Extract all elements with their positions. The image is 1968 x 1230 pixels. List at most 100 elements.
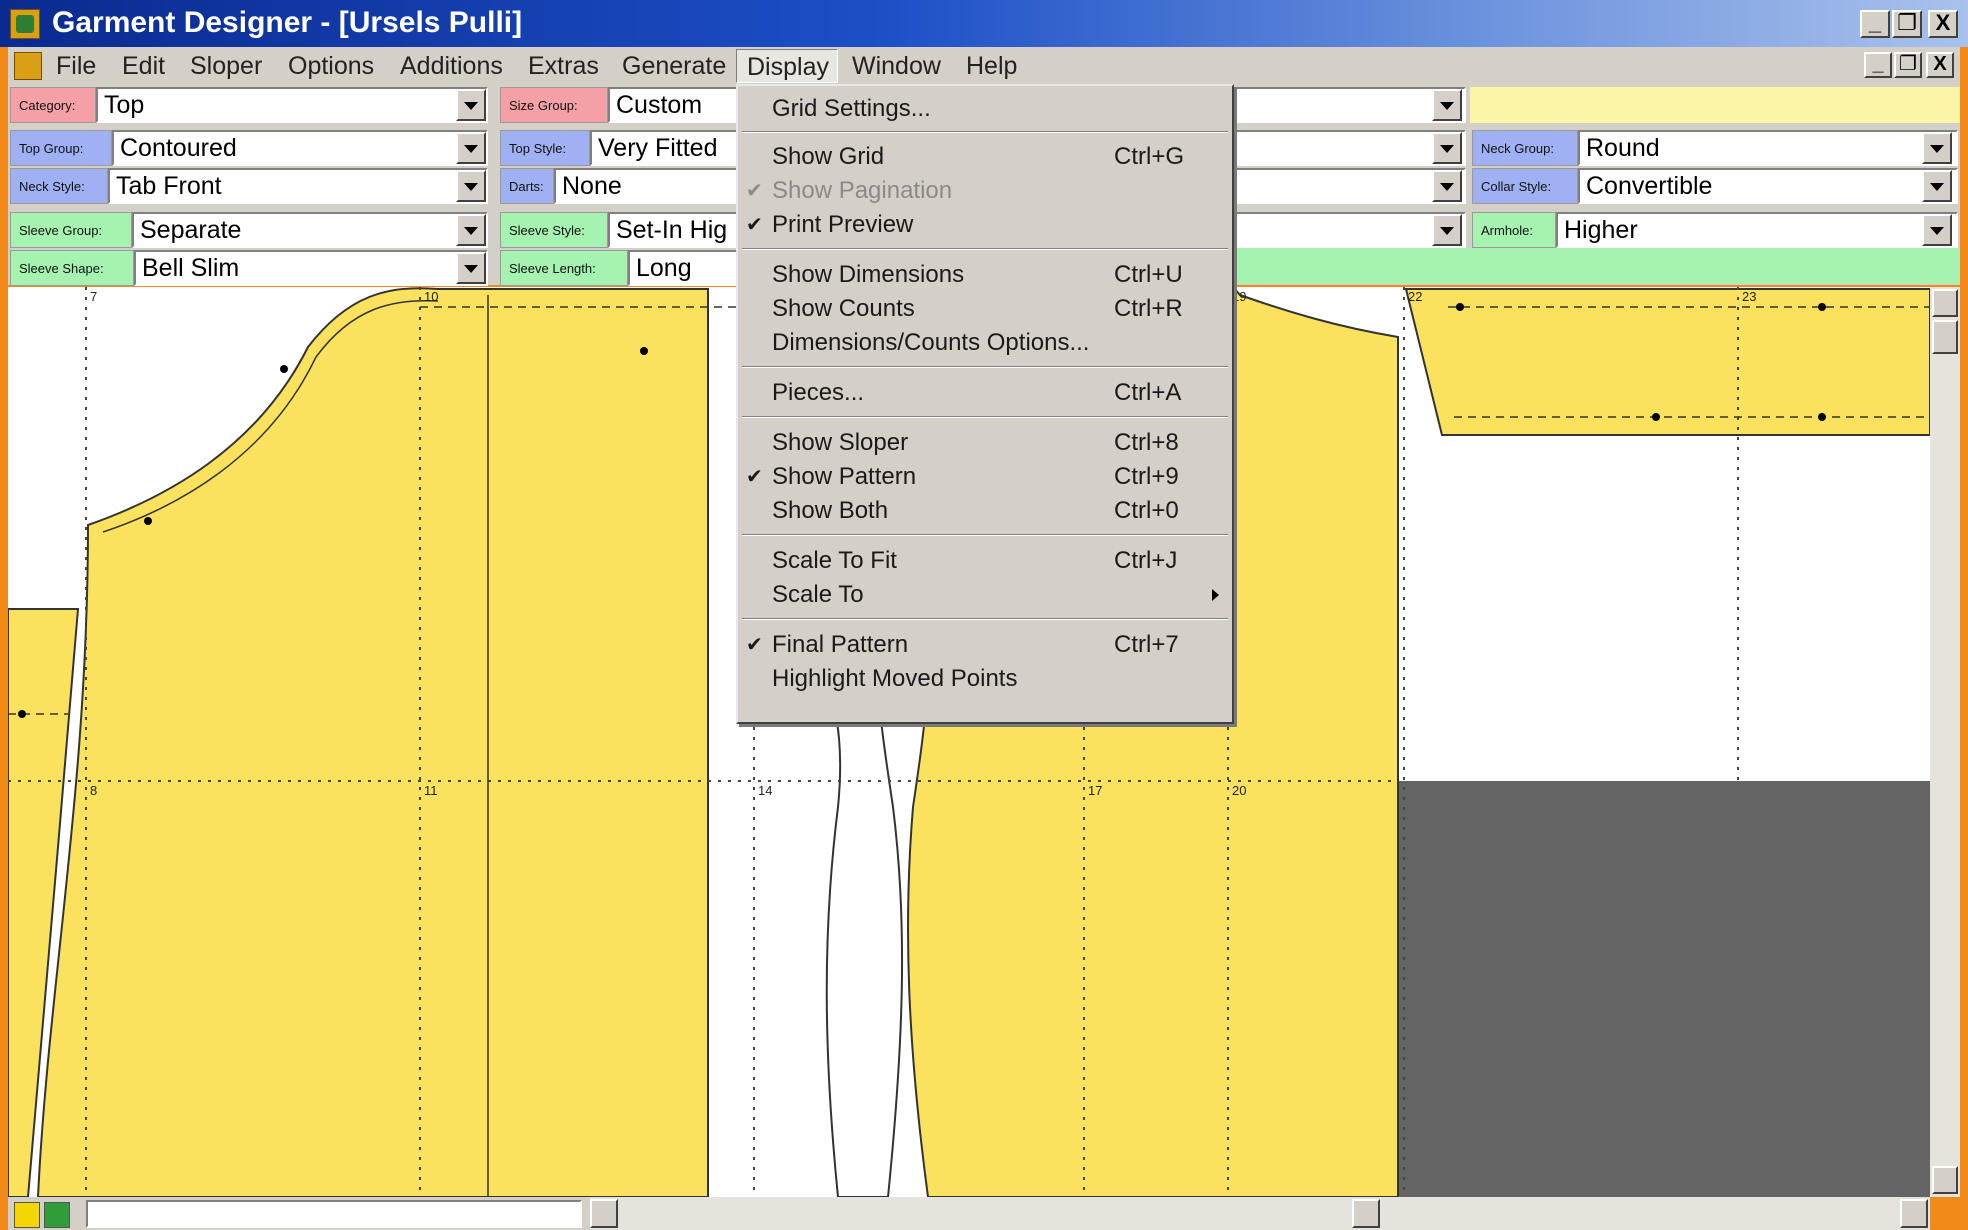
vertical-scrollbar[interactable] — [1930, 287, 1960, 1197]
page-number: 7 — [90, 289, 97, 304]
sleeve-length-combo[interactable]: Long — [628, 250, 738, 286]
scroll-left-button[interactable] — [590, 1199, 618, 1228]
menu-separator — [742, 131, 1228, 133]
restore-button[interactable]: ❐ — [1892, 10, 1922, 38]
neck-group-label: Neck Group: — [1472, 130, 1578, 166]
menu-help[interactable]: Help — [956, 49, 1027, 83]
top-group-combo[interactable]: Contoured — [112, 130, 488, 166]
menu-item-print-preview[interactable]: ✔ Print Preview — [738, 208, 1232, 242]
neck-group-dropdown-icon[interactable] — [1922, 132, 1952, 164]
check-icon: ✔ — [746, 466, 763, 488]
size-group-dropdown-icon[interactable] — [1432, 89, 1462, 121]
menu-item-dimensions-counts-options[interactable]: Dimensions/Counts Options... — [738, 326, 1232, 360]
size-group-label: Size Group: — [500, 87, 608, 123]
menu-item-show-grid[interactable]: Show Grid Ctrl+G — [738, 140, 1232, 174]
horizontal-scroll-thumb[interactable] — [1352, 1199, 1380, 1228]
scroll-up-button[interactable] — [1932, 289, 1958, 317]
document-icon[interactable] — [14, 52, 42, 80]
green-strip — [1232, 248, 1960, 284]
vertical-scroll-thumb[interactable] — [1932, 320, 1958, 354]
sleeve-shape-dropdown-icon[interactable] — [456, 252, 486, 284]
menu-window[interactable]: Window — [842, 49, 951, 83]
menu-extras[interactable]: Extras — [518, 49, 609, 83]
close-button[interactable]: X — [1928, 10, 1958, 38]
menu-item-show-sloper[interactable]: Show Sloper Ctrl+8 — [738, 426, 1232, 460]
mdi-minimize-button[interactable]: _ — [1864, 52, 1892, 78]
menu-item-grid-settings[interactable]: Grid Settings... — [738, 92, 1232, 126]
menu-item-final-pattern[interactable]: ✔ Final Pattern Ctrl+7 — [738, 628, 1232, 662]
menu-item-show-counts[interactable]: Show Counts Ctrl+R — [738, 292, 1232, 326]
menu-item-show-pagination: ✔ Show Pagination — [738, 174, 1232, 208]
sleeve-style-dropdown-icon[interactable] — [1432, 214, 1462, 246]
menu-item-scale-to[interactable]: Scale To — [738, 578, 1232, 612]
menu-separator — [742, 366, 1228, 368]
menu-edit[interactable]: Edit — [112, 49, 175, 83]
status-input[interactable] — [86, 1200, 582, 1228]
armhole-label: Armhole: — [1472, 212, 1556, 248]
sleeve-style-label: Sleeve Style: — [500, 212, 608, 248]
category-combo[interactable]: Top — [96, 87, 488, 123]
display-menu-dropdown: Grid Settings... Show Grid Ctrl+G ✔ Show P… — [736, 84, 1234, 724]
page-number: 10 — [424, 289, 438, 304]
submenu-arrow-icon — [1212, 589, 1219, 601]
menu-item-show-both[interactable]: Show Both Ctrl+0 — [738, 494, 1232, 528]
yellow-strip — [1470, 87, 1960, 123]
sleeve-shape-combo[interactable]: Bell Slim — [134, 250, 488, 286]
menu-file[interactable]: File — [46, 49, 106, 83]
page-number: 19 — [1232, 289, 1246, 304]
sleeve-style-combo[interactable]: Set-In Hig — [608, 212, 738, 248]
page-number: 22 — [1408, 289, 1422, 304]
sleeve-shape-label: Sleeve Shape: — [10, 250, 134, 286]
menu-separator — [742, 534, 1228, 536]
top-group-dropdown-icon[interactable] — [456, 132, 486, 164]
menu-separator — [742, 248, 1228, 250]
offpage-area — [1398, 781, 1930, 1197]
page-number: 14 — [758, 783, 772, 798]
minimize-button[interactable]: _ — [1860, 10, 1890, 38]
sleeve-piece — [36, 287, 709, 1197]
menu-sloper[interactable]: Sloper — [180, 49, 272, 83]
check-icon: ✔ — [746, 214, 763, 236]
scroll-right-button[interactable] — [1900, 1199, 1928, 1228]
add-icon[interactable] — [44, 1202, 70, 1228]
page-number: 23 — [1742, 289, 1756, 304]
neck-style-combo[interactable]: Tab Front — [108, 168, 488, 204]
neck-style-dropdown-icon[interactable] — [456, 170, 486, 202]
warning-icon[interactable] — [14, 1202, 40, 1228]
menu-separator — [742, 618, 1228, 620]
mdi-restore-button[interactable]: ❐ — [1894, 52, 1922, 78]
menu-item-show-pattern[interactable]: ✔ Show Pattern Ctrl+9 — [738, 460, 1232, 494]
horizontal-scrollbar[interactable] — [590, 1197, 1930, 1230]
darts-dropdown-icon[interactable] — [1432, 170, 1462, 202]
sleeve-group-combo[interactable]: Separate — [132, 212, 488, 248]
upper-right-piece — [1404, 288, 1930, 436]
collar-style-combo[interactable]: Convertible — [1578, 168, 1958, 204]
menu-additions[interactable]: Additions — [390, 49, 513, 83]
menu-display[interactable]: Display — [736, 49, 838, 83]
menu-item-show-dimensions[interactable]: Show Dimensions Ctrl+U — [738, 258, 1232, 292]
sleeve-length-label: Sleeve Length: — [500, 250, 628, 286]
darts-label: Darts: — [500, 168, 554, 204]
top-style-combo[interactable]: Very Fitted — [590, 130, 738, 166]
menu-item-highlight-moved-points[interactable]: Highlight Moved Points — [738, 662, 1232, 696]
category-label: Category: — [10, 87, 96, 123]
size-group-combo[interactable]: Custom — [608, 87, 738, 123]
armhole-dropdown-icon[interactable] — [1922, 214, 1952, 246]
neck-group-combo[interactable]: Round — [1578, 130, 1958, 166]
mdi-close-button[interactable]: X — [1926, 52, 1954, 78]
scroll-down-button[interactable] — [1932, 1166, 1958, 1194]
armhole-combo[interactable]: Higher — [1556, 212, 1958, 248]
category-dropdown-icon[interactable] — [456, 89, 486, 121]
window-title: Garment Designer - [Ursels Pulli] — [52, 6, 523, 39]
app-icon[interactable] — [10, 9, 40, 39]
sleeve-group-dropdown-icon[interactable] — [456, 214, 486, 246]
page-number: 11 — [424, 783, 438, 798]
darts-combo[interactable]: None — [554, 168, 738, 204]
top-style-dropdown-icon[interactable] — [1432, 132, 1462, 164]
neck-style-label: Neck Style: — [10, 168, 108, 204]
menu-item-pieces[interactable]: Pieces... Ctrl+A — [738, 376, 1232, 410]
menu-generate[interactable]: Generate — [612, 49, 736, 83]
collar-style-dropdown-icon[interactable] — [1922, 170, 1952, 202]
menu-item-scale-to-fit[interactable]: Scale To Fit Ctrl+J — [738, 544, 1232, 578]
menu-options[interactable]: Options — [278, 49, 384, 83]
